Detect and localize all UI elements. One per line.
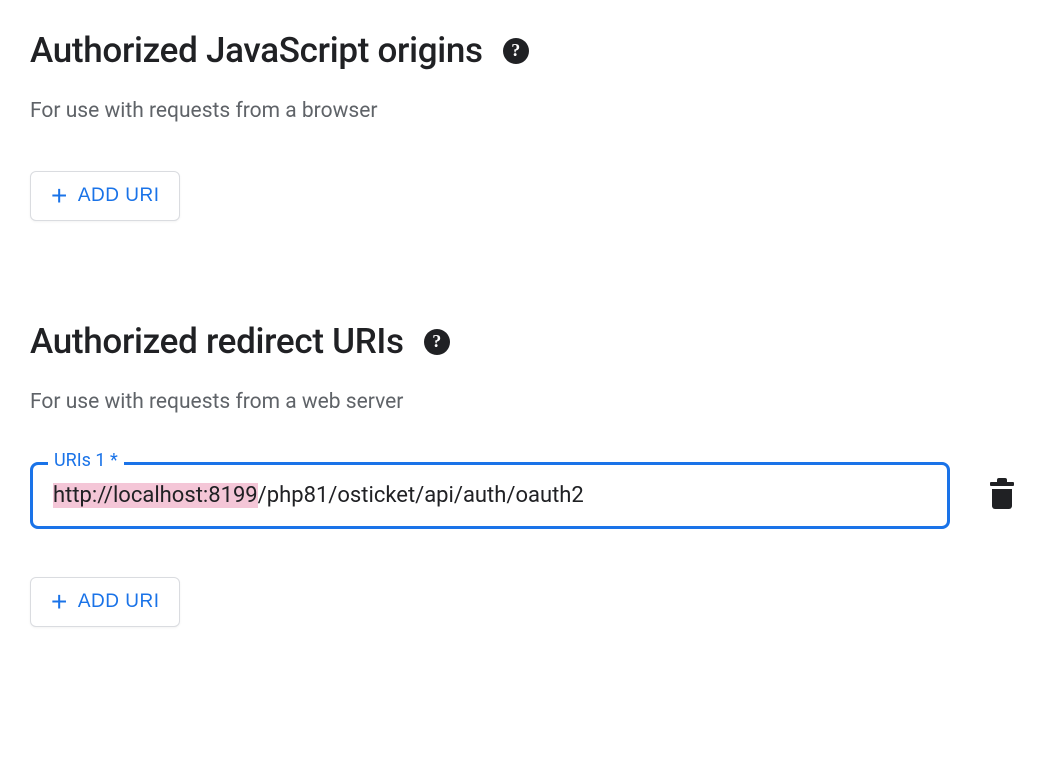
- add-uri-label: ADD URI: [78, 185, 160, 207]
- section-title: Authorized redirect URIs: [30, 321, 404, 362]
- redirect-uris-section: Authorized redirect URIs ? For use with …: [30, 321, 1018, 627]
- section-subtitle: For use with requests from a browser: [30, 99, 1018, 123]
- section-header: Authorized JavaScript origins ?: [30, 30, 1018, 71]
- help-icon[interactable]: ?: [424, 329, 450, 355]
- add-uri-button[interactable]: + ADD URI: [30, 577, 180, 627]
- add-uri-label: ADD URI: [78, 591, 160, 613]
- uri-input[interactable]: http://localhost:8199/php81/osticket/api…: [30, 462, 950, 529]
- uri-field-row: URIs 1 * http://localhost:8199/php81/ost…: [30, 462, 1018, 529]
- section-subtitle: For use with requests from a web server: [30, 390, 1018, 414]
- help-icon[interactable]: ?: [503, 38, 529, 64]
- plus-icon: +: [51, 588, 68, 616]
- javascript-origins-section: Authorized JavaScript origins ? For use …: [30, 30, 1018, 221]
- section-title: Authorized JavaScript origins: [30, 30, 483, 71]
- uri-field-container: URIs 1 * http://localhost:8199/php81/ost…: [30, 462, 950, 529]
- uri-rest-part: /php81/osticket/api/auth/oauth2: [258, 483, 584, 508]
- uri-input-value: http://localhost:8199/php81/osticket/api…: [53, 483, 584, 508]
- uri-highlighted-part: http://localhost:8199: [53, 483, 258, 508]
- plus-icon: +: [51, 182, 68, 210]
- section-header: Authorized redirect URIs ?: [30, 321, 1018, 362]
- delete-icon[interactable]: [990, 482, 1014, 509]
- add-uri-button[interactable]: + ADD URI: [30, 171, 180, 221]
- uri-field-label: URIs 1 *: [48, 450, 124, 471]
